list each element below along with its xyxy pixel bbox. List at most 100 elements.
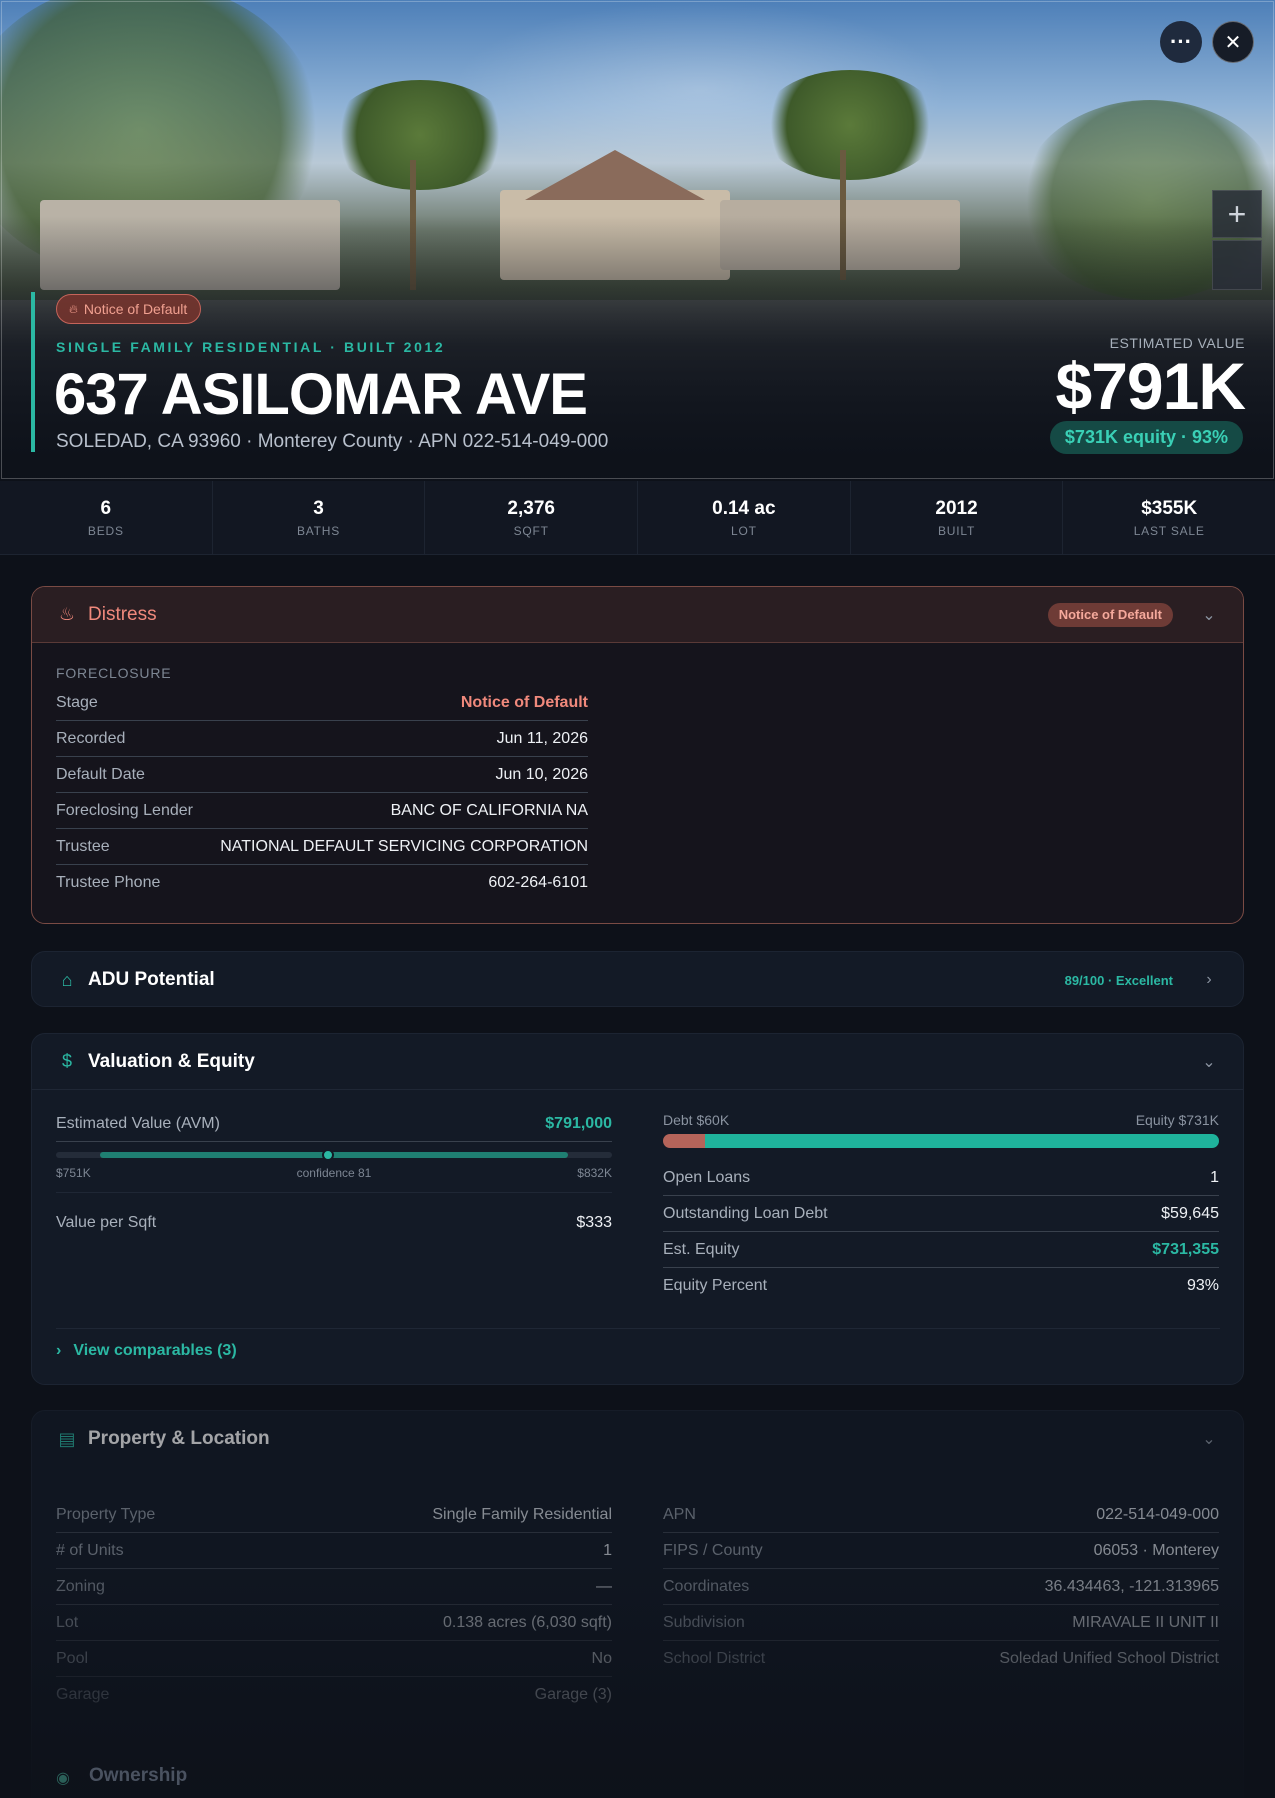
kv-row: Stage Notice of Default — [56, 685, 588, 721]
home-icon: ⌂ — [61, 969, 73, 990]
building-icon: ▤ — [58, 1428, 76, 1449]
kv-key: APN — [663, 1505, 696, 1523]
kv-value: Soledad Unified School District — [999, 1650, 1219, 1667]
kv-value: Jun 11, 2026 — [496, 729, 588, 747]
ellipsis-icon: ··· — [1170, 29, 1192, 54]
kv-key: Default Date — [56, 765, 145, 783]
dollar-icon: $ — [61, 1051, 72, 1071]
property-card: ▤ Property & Location ⌄ Property Type Sin… — [31, 1410, 1244, 1798]
property-right-column: APN 022-514-049-000 FIPS / County 06053 · … — [663, 1497, 1219, 1677]
distress-title: Distress — [88, 603, 157, 625]
avm-range-labels: $751K confidence 81 $832K — [56, 1166, 612, 1180]
valuation-title: Valuation & Equity — [88, 1050, 255, 1072]
kv-row: Trustee NATIONAL DEFAULT SERVICING CORPOR… — [56, 829, 588, 865]
range-high: $832K — [577, 1166, 612, 1180]
kv-row: Subdivision MIRAVALE II UNIT II — [663, 1605, 1219, 1641]
status-badge-label: Notice of Default — [83, 301, 188, 317]
kv-key: Recorded — [56, 729, 126, 747]
kv-key: Coordinates — [663, 1577, 750, 1595]
zoom-out-button[interactable] — [1212, 240, 1262, 290]
kv-row: Equity Percent 93% — [663, 1268, 1219, 1304]
status-badge: 🔥︎ Notice of Default — [56, 294, 202, 324]
kv-row: Foreclosing Lender BANC OF CALIFORNIA NA — [56, 793, 588, 829]
stat-value: 2,376 — [507, 497, 555, 519]
debt-equity-bar — [663, 1134, 1219, 1148]
range-low: $751K — [56, 1166, 91, 1180]
equity-rows: Open Loans 1 Outstanding Loan Debt $59,645… — [663, 1160, 1219, 1304]
kv-row: Outstanding Loan Debt $59,645 — [663, 1196, 1219, 1232]
kv-key: Outstanding Loan Debt — [663, 1204, 828, 1222]
kv-row: Pool No — [56, 1641, 612, 1677]
kv-key: Equity Percent — [663, 1277, 768, 1294]
estimated-value: $791K — [1055, 349, 1246, 423]
kv-value: NATIONAL DEFAULT SERVICING CORPORATION — [220, 837, 588, 855]
distress-card: ♨ Distress Notice of Default ⌄ FORECLOSU… — [31, 586, 1244, 924]
kv-value: $59,645 — [1161, 1204, 1219, 1222]
distress-header[interactable]: ♨ Distress Notice of Default ⌄ — [32, 587, 1243, 643]
distress-badge: Notice of Default — [1047, 602, 1173, 627]
stat-label: LOT — [730, 523, 757, 538]
valuation-header[interactable]: $ Valuation & Equity ⌄ — [32, 1034, 1243, 1090]
avm-section: Estimated Value (AVM) $791,000 $751K con… — [56, 1106, 612, 1241]
kv-row: Garage Garage (3) — [56, 1677, 612, 1713]
stat-value: 6 — [100, 497, 112, 519]
avm-value: $791,000 — [545, 1114, 612, 1132]
kv-row: APN 022-514-049-000 — [663, 1497, 1219, 1533]
stat-label: SQFT — [513, 523, 549, 538]
kv-key: School District — [663, 1650, 766, 1667]
avm-range-marker — [322, 1149, 335, 1161]
kv-key: Pool — [56, 1649, 89, 1667]
kv-value: MIRAVALE II UNIT II — [1072, 1613, 1219, 1631]
adu-card[interactable]: ⌂ ADU Potential 89/100 · Excellent › — [31, 951, 1244, 1007]
kv-key: Open Loans — [663, 1168, 751, 1186]
vps-value: $333 — [576, 1214, 612, 1231]
property-header[interactable]: ▤ Property & Location ⌄ — [32, 1411, 1243, 1467]
property-left-column: Property Type Single Family Residential #… — [56, 1497, 612, 1713]
adu-score: 89/100 · Excellent — [1064, 972, 1173, 988]
kv-key: FIPS / County — [663, 1541, 763, 1559]
chevron-down-icon[interactable]: ⌄ — [1199, 1429, 1219, 1449]
chevron-right-icon: › — [56, 1342, 62, 1359]
kv-value: Garage (3) — [534, 1686, 612, 1703]
close-button[interactable]: ✕ — [1212, 21, 1254, 63]
more-button[interactable]: ··· — [1160, 21, 1202, 63]
kv-value: Jun 10, 2026 — [495, 765, 588, 783]
kv-row: FIPS / County 06053 · Monterey — [663, 1533, 1219, 1569]
stat-last-sale: $355K LAST SALE — [1063, 481, 1275, 554]
kv-value: 1 — [603, 1541, 612, 1559]
kv-key: Property Type — [56, 1505, 156, 1523]
adu-header[interactable]: ⌂ ADU Potential 89/100 · Excellent › — [32, 952, 1243, 1006]
ownership-header[interactable]: Ownership — [89, 1765, 187, 1787]
kv-value: Single Family Residential — [432, 1505, 612, 1523]
kv-value: 06053 · Monterey — [1093, 1541, 1219, 1559]
close-icon: ✕ — [1224, 31, 1242, 54]
section-label: FORECLOSURE — [56, 665, 172, 681]
avm-range-track — [56, 1149, 612, 1161]
stat-value: $355K — [1141, 497, 1198, 519]
kv-row: Trustee Phone 602-264-6101 — [56, 865, 588, 901]
stat-label: BEDS — [87, 523, 124, 538]
kv-row: Open Loans 1 — [663, 1160, 1219, 1196]
chevron-down-icon[interactable]: ⌄ — [1199, 1052, 1219, 1072]
chevron-down-icon[interactable]: ⌄ — [1199, 605, 1219, 625]
view-comparables-link[interactable]: › View comparables (3) — [56, 1342, 237, 1360]
kv-row: School District Soledad Unified School Di… — [663, 1641, 1219, 1677]
divider — [56, 1328, 1220, 1329]
address-subtitle: SOLEDAD, CA 93960 · Monterey County · AP… — [56, 431, 609, 452]
hero-photo: ··· ✕ + 🔥︎ Notice of Default SINGLE FAMI… — [0, 0, 1275, 480]
valuation-card: $ Valuation & Equity ⌄ Estimated Value (… — [31, 1033, 1244, 1385]
stat-lot: 0.14 ac LOT — [638, 481, 851, 554]
kv-value: No — [591, 1649, 612, 1667]
kv-key: Foreclosing Lender — [56, 801, 193, 819]
stat-label: LAST SALE — [1133, 523, 1205, 538]
zoom-in-button[interactable]: + — [1212, 190, 1262, 238]
stat-sqft: 2,376 SQFT — [425, 481, 639, 554]
divider — [56, 1192, 612, 1193]
stat-label: BATHS — [296, 523, 341, 538]
plus-icon: + — [1227, 195, 1247, 232]
kv-row: Zoning — — [56, 1569, 612, 1605]
range-confidence: confidence 81 — [296, 1166, 372, 1180]
kv-key: # of Units — [56, 1541, 124, 1559]
kv-value: — — [596, 1577, 612, 1595]
chevron-right-icon[interactable]: › — [1199, 971, 1219, 989]
